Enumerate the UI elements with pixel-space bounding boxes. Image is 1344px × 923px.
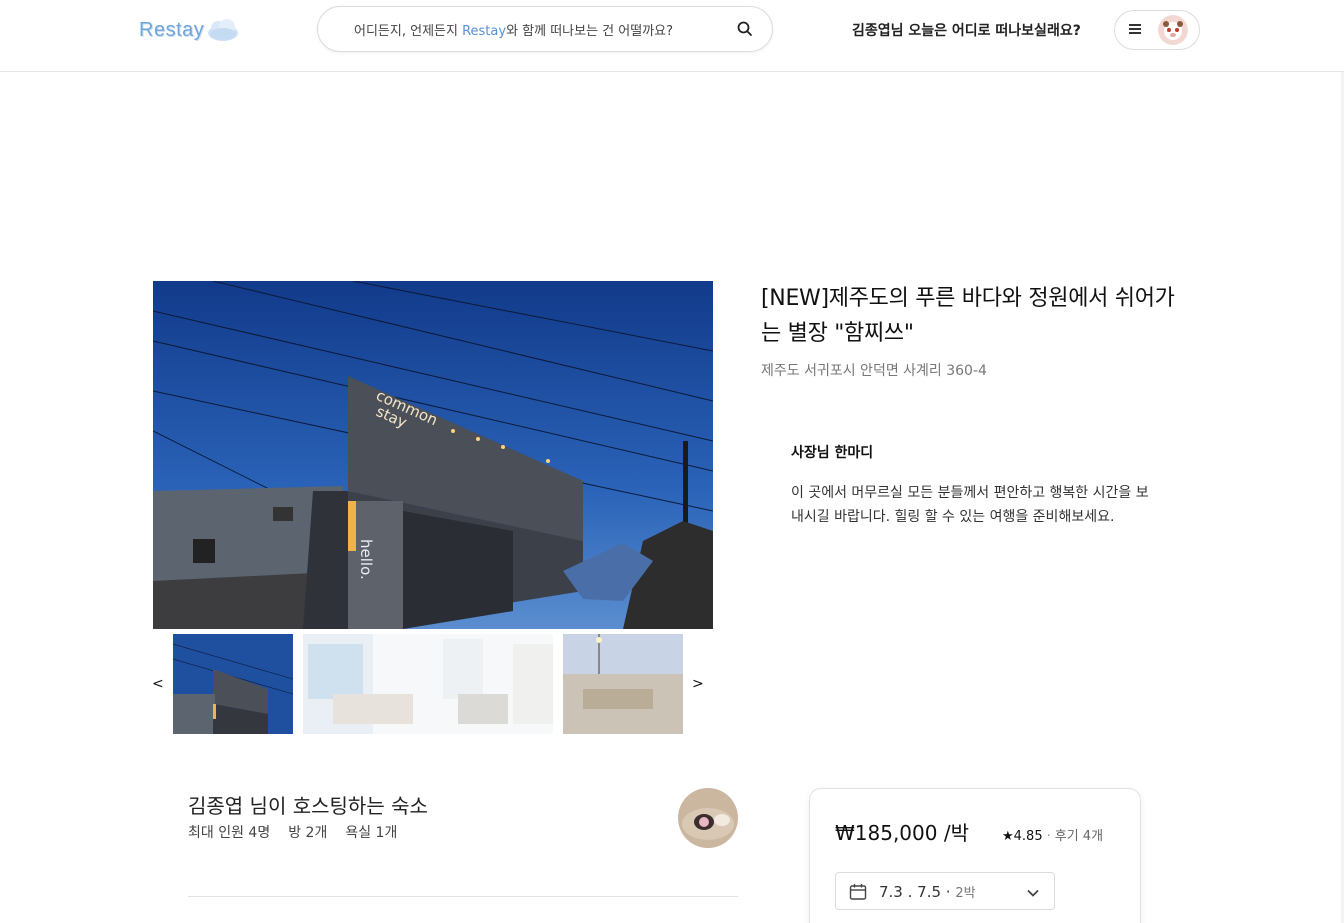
thumbnail-interior[interactable] <box>303 634 553 734</box>
hamburger-icon[interactable] <box>1129 22 1143 36</box>
search-placeholder[interactable]: 어디든지, 언제든지 Restay와 함께 떠나보는 건 어떨까요? <box>354 20 673 39</box>
search-suffix: 와 함께 떠나보는 건 어떨까요? <box>506 23 674 39</box>
chevron-down-icon[interactable] <box>1026 886 1040 900</box>
rating-separator: · <box>1046 829 1051 844</box>
search-brand: Restay <box>462 23 507 39</box>
search-icon[interactable] <box>736 20 754 38</box>
host-title: 김종엽 님이 호스팅하는 숙소 <box>188 794 428 818</box>
date-selector[interactable]: 7.3 . 7.5 · 2박 <box>835 872 1055 910</box>
photo-sign-hello: hello. <box>357 539 375 580</box>
bath-count: 욕실 1개 <box>345 825 398 841</box>
room-count: 방 2개 <box>288 825 328 841</box>
listing-address: 제주도 서귀포시 안덕면 사계리 360-4 <box>761 363 987 379</box>
gallery-next-button[interactable]: > <box>692 676 704 692</box>
gallery-prev-button[interactable]: < <box>152 676 164 692</box>
main-listing-photo[interactable]: common stay hello. <box>153 281 713 629</box>
logo-text: Restay <box>139 18 205 41</box>
search-prefix: 어디든지, 언제든지 <box>354 23 463 39</box>
selected-dates: 7.3 . 7.5 · 2박 <box>879 883 976 901</box>
section-divider <box>188 896 738 897</box>
user-menu-button[interactable] <box>1114 10 1200 50</box>
listing-title: [NEW]제주도의 푸른 바다와 정원에서 쉬어가는 별장 "함찌쓰" <box>761 286 1175 346</box>
search-bar[interactable]: 어디든지, 언제든지 Restay와 함께 떠나보는 건 어떨까요? <box>317 6 773 52</box>
thumbnail-exterior[interactable] <box>173 634 293 734</box>
nightly-price: ₩185,000 /박 <box>835 821 969 845</box>
booking-card: ₩185,000 /박 ★4.85 · 후기 4개 7.3 . 7.5 · 2박 <box>809 788 1141 923</box>
max-guests: 최대 인원 4명 <box>188 825 271 841</box>
top-header: Restay 어디든지, 언제든지 Restay와 함께 떠나보는 건 어떨까요… <box>0 0 1344 72</box>
thumbnail-terrace[interactable] <box>563 634 683 734</box>
host-avatar[interactable] <box>678 788 738 848</box>
cloud-icon <box>208 19 239 41</box>
owner-note-message: 이 곳에서 머무르실 모든 분들께서 편안하고 행복한 시간을 보내시길 바랍니… <box>791 485 1149 525</box>
user-avatar[interactable] <box>1158 15 1188 45</box>
rating-summary: ★4.85 · 후기 4개 <box>1002 825 1103 844</box>
review-count-link[interactable]: 후기 4개 <box>1055 829 1103 844</box>
night-count: 2박 <box>955 886 976 901</box>
owner-note-heading: 사장님 한마디 <box>791 445 874 461</box>
date-range: 7.3 . 7.5 <box>879 883 942 901</box>
listing-capacity: 최대 인원 4명 방 2개 욕실 1개 <box>188 822 397 842</box>
restay-logo[interactable]: Restay <box>139 14 240 46</box>
user-greeting: 김종엽님 오늘은 어디로 떠나보실래요? <box>852 23 1081 39</box>
rating-score: ★4.85 <box>1002 829 1043 844</box>
calendar-icon <box>849 884 867 900</box>
